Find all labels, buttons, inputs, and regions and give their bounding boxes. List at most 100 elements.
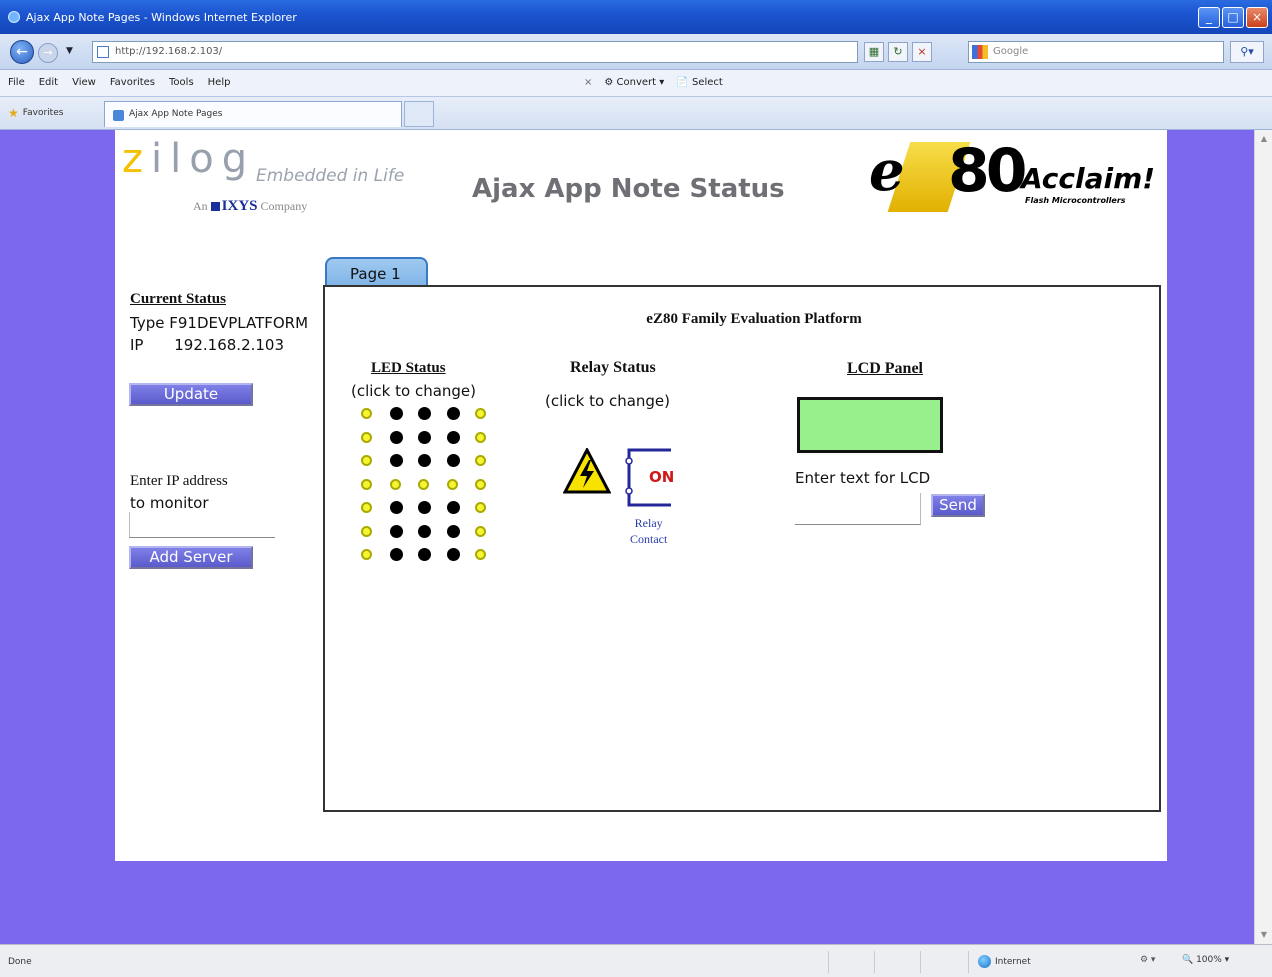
address-url[interactable]: http://192.168.2.103/: [115, 46, 222, 57]
status-ip: IP 192.168.2.103: [130, 336, 284, 354]
menu-tools[interactable]: Tools: [169, 77, 194, 88]
tab-page-1[interactable]: Page 1: [325, 257, 428, 288]
maximize-button[interactable]: □: [1222, 7, 1244, 28]
vertical-scrollbar[interactable]: ▲ ▼: [1254, 130, 1272, 944]
lcd-text-input[interactable]: [795, 493, 921, 525]
relay-contact-toggle[interactable]: ON: [625, 447, 674, 509]
led-on[interactable]: [447, 501, 460, 514]
menu-help[interactable]: Help: [208, 77, 231, 88]
led-on[interactable]: [390, 430, 403, 444]
led-on[interactable]: [418, 454, 431, 467]
led-on[interactable]: [447, 524, 460, 538]
led-off[interactable]: [361, 455, 372, 466]
status-text: Done: [8, 957, 32, 967]
led-on[interactable]: [447, 454, 460, 467]
close-button[interactable]: ×: [1246, 7, 1268, 28]
led-off[interactable]: [361, 431, 372, 443]
history-dropdown-icon[interactable]: ▼: [66, 46, 73, 56]
send-button[interactable]: Send: [931, 494, 985, 517]
favorites-button[interactable]: ★ Favorites: [8, 106, 63, 120]
select-button[interactable]: 📄 Select: [676, 77, 723, 88]
led-off[interactable]: [361, 525, 372, 537]
compatibility-icon[interactable]: ▦: [864, 42, 884, 62]
led-off[interactable]: [475, 549, 486, 560]
led-row: [361, 454, 501, 478]
stop-button[interactable]: ×: [912, 42, 932, 62]
led-off[interactable]: [475, 502, 486, 513]
ip-address-input[interactable]: [129, 512, 275, 538]
led-on[interactable]: [447, 548, 460, 561]
security-zone[interactable]: Internet: [978, 955, 1031, 968]
minimize-button[interactable]: _: [1198, 7, 1220, 28]
window-controls: _ □ ×: [1198, 7, 1268, 28]
update-button[interactable]: Update: [129, 383, 253, 406]
led-on[interactable]: [447, 407, 460, 420]
favorites-label: Favorites: [22, 108, 64, 118]
browser-tab[interactable]: Ajax App Note Pages: [104, 101, 402, 127]
back-button[interactable]: ←: [10, 40, 34, 64]
led-off[interactable]: [361, 478, 372, 490]
led-off[interactable]: [475, 478, 486, 490]
led-on[interactable]: [418, 430, 431, 444]
google-icon: [972, 45, 988, 59]
status-bar: Done Internet ⚙ ▾ 🔍 100% ▾: [0, 944, 1272, 977]
led-off[interactable]: [390, 478, 401, 490]
led-on[interactable]: [390, 524, 403, 538]
led-off[interactable]: [418, 478, 429, 490]
led-on[interactable]: [447, 430, 460, 444]
globe-icon: [978, 955, 991, 968]
window-title: Ajax App Note Pages - Windows Internet E…: [26, 11, 297, 24]
scroll-down-icon[interactable]: ▼: [1257, 928, 1271, 942]
relay-status-heading: Relay Status: [570, 359, 656, 376]
window-title-bar: Ajax App Note Pages - Windows Internet E…: [0, 0, 1272, 34]
address-field[interactable]: http://192.168.2.103/: [92, 41, 858, 63]
led-row: [361, 548, 501, 572]
led-off[interactable]: [475, 408, 486, 419]
status-divider: [874, 951, 875, 973]
led-on[interactable]: [390, 548, 403, 561]
tab-panel: eZ80 Family Evaluation Platform LED Stat…: [323, 285, 1161, 812]
zone-text: Internet: [995, 956, 1031, 967]
lcd-prompt: Enter text for LCD: [795, 469, 931, 487]
led-off[interactable]: [475, 525, 486, 537]
led-on[interactable]: [418, 524, 431, 538]
protected-mode-icon[interactable]: ⚙ ▾: [1140, 955, 1155, 965]
led-on[interactable]: [390, 407, 403, 420]
led-off[interactable]: [475, 431, 486, 443]
relay-status-subheading: (click to change): [545, 392, 671, 410]
forward-button[interactable]: →: [38, 43, 58, 63]
led-off[interactable]: [361, 502, 372, 513]
refresh-button[interactable]: ↻: [888, 42, 908, 62]
address-toolbar: ← → ▼ http://192.168.2.103/ ▦ ↻ × Google…: [0, 34, 1272, 70]
search-button[interactable]: ⚲▾: [1230, 41, 1264, 63]
new-tab-button[interactable]: [404, 101, 434, 127]
menu-edit[interactable]: Edit: [39, 77, 58, 88]
led-off[interactable]: [361, 408, 372, 419]
led-on[interactable]: [418, 407, 431, 420]
search-input[interactable]: Google: [968, 41, 1224, 63]
relay-contact-label: Relay Contact: [630, 516, 668, 546]
led-on[interactable]: [418, 548, 431, 561]
zilog-tagline: Embedded in Life: [256, 166, 405, 186]
led-row: [361, 407, 501, 431]
led-status-subheading: (click to change): [351, 382, 477, 400]
page-viewport: zilog Embedded in Life An IXYS Company A…: [0, 130, 1254, 944]
convert-button[interactable]: ⚙ Convert ▾: [604, 77, 664, 88]
page-title: Ajax App Note Status: [472, 174, 785, 204]
add-server-button[interactable]: Add Server: [129, 546, 253, 569]
led-on[interactable]: [390, 501, 403, 514]
menu-view[interactable]: View: [72, 77, 96, 88]
menu-file[interactable]: File: [8, 77, 25, 88]
led-off[interactable]: [475, 455, 486, 466]
led-on[interactable]: [390, 454, 403, 467]
toolbar-close-icon[interactable]: ×: [584, 77, 592, 88]
led-on[interactable]: [418, 501, 431, 514]
scroll-up-icon[interactable]: ▲: [1257, 132, 1271, 146]
zoom-control[interactable]: 🔍 100% ▾: [1182, 955, 1229, 965]
status-divider: [920, 951, 921, 973]
page-icon: [113, 110, 124, 121]
tab-title: Ajax App Note Pages: [129, 109, 223, 119]
menu-favorites[interactable]: Favorites: [110, 77, 155, 88]
led-off[interactable]: [361, 549, 372, 560]
led-off[interactable]: [447, 478, 458, 490]
